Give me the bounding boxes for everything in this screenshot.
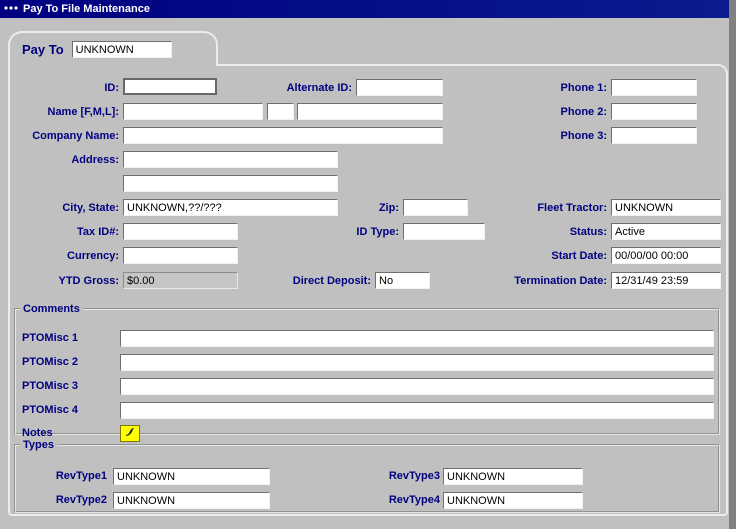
pay-to-input[interactable] <box>72 41 172 58</box>
comments-group-legend: Comments <box>20 303 83 315</box>
ptomisc2-input[interactable] <box>120 354 714 371</box>
status-label: Status: <box>470 226 607 239</box>
termination-date-label: Termination Date: <box>460 275 607 288</box>
name-label: Name [F,M,L]: <box>10 106 119 119</box>
name-middle-input[interactable] <box>267 103 294 120</box>
phone2-input[interactable] <box>611 103 697 120</box>
revtype3-input[interactable] <box>443 468 583 485</box>
revtype2-input[interactable] <box>113 492 270 509</box>
types-group-legend: Types <box>20 439 57 451</box>
revtype4-label: RevType4 <box>356 494 440 507</box>
id-type-label: ID Type: <box>320 226 399 239</box>
pay-to-file-maintenance-window: Pay To File Maintenance Pay To ID: Alter… <box>0 0 736 529</box>
types-group: Types RevType1 RevType2 RevType3 RevType… <box>14 439 720 513</box>
termination-date-input[interactable] <box>611 272 721 289</box>
id-label: ID: <box>10 82 119 95</box>
direct-deposit-input[interactable] <box>375 272 430 289</box>
phone3-input[interactable] <box>611 127 697 144</box>
revtype4-input[interactable] <box>443 492 583 509</box>
pay-to-tab[interactable]: Pay To <box>8 31 218 66</box>
phone1-label: Phone 1: <box>470 82 607 95</box>
phone3-label: Phone 3: <box>470 130 607 143</box>
pay-to-tab-label: Pay To <box>22 42 64 57</box>
comments-group: Comments PTOMisc 1 PTOMisc 2 PTOMisc 3 P… <box>14 303 720 435</box>
name-first-input[interactable] <box>123 103 263 120</box>
window-border-right <box>729 0 736 529</box>
ptomisc3-input[interactable] <box>120 378 714 395</box>
currency-input[interactable] <box>123 247 238 264</box>
app-icon <box>3 3 19 15</box>
address2-input[interactable] <box>123 175 338 192</box>
address1-input[interactable] <box>123 151 338 168</box>
company-name-label: Company Name: <box>10 130 119 143</box>
ptomisc2-label: PTOMisc 2 <box>22 356 117 369</box>
phone2-label: Phone 2: <box>470 106 607 119</box>
revtype1-label: RevType1 <box>36 470 107 483</box>
fleet-tractor-label: Fleet Tractor: <box>470 202 607 215</box>
ptomisc4-input[interactable] <box>120 402 714 419</box>
ptomisc3-label: PTOMisc 3 <box>22 380 117 393</box>
start-date-input[interactable] <box>611 247 721 264</box>
id-input[interactable] <box>123 78 217 95</box>
ptomisc1-input[interactable] <box>120 330 714 347</box>
alternate-id-label: Alternate ID: <box>230 82 352 95</box>
address-label: Address: <box>10 154 119 167</box>
ptomisc4-label: PTOMisc 4 <box>22 404 117 417</box>
alternate-id-input[interactable] <box>356 79 443 96</box>
name-last-input[interactable] <box>297 103 443 120</box>
fleet-tractor-input[interactable] <box>611 199 721 216</box>
ytd-gross-input <box>123 272 238 289</box>
revtype1-input[interactable] <box>113 468 270 485</box>
window-title: Pay To File Maintenance <box>23 3 150 15</box>
city-state-label: City, State: <box>10 202 119 215</box>
title-bar: Pay To File Maintenance <box>0 0 729 18</box>
city-state-input[interactable] <box>123 199 338 216</box>
zip-input[interactable] <box>403 199 468 216</box>
tax-id-input[interactable] <box>123 223 238 240</box>
tax-id-label: Tax ID#: <box>10 226 119 239</box>
ptomisc1-label: PTOMisc 1 <box>22 332 117 345</box>
status-input[interactable] <box>611 223 721 240</box>
revtype2-label: RevType2 <box>36 494 107 507</box>
start-date-label: Start Date: <box>470 250 607 263</box>
zip-label: Zip: <box>330 202 399 215</box>
ytd-gross-label: YTD Gross: <box>10 275 119 288</box>
phone1-input[interactable] <box>611 79 697 96</box>
company-name-input[interactable] <box>123 127 443 144</box>
revtype3-label: RevType3 <box>356 470 440 483</box>
currency-label: Currency: <box>10 250 119 263</box>
direct-deposit-label: Direct Deposit: <box>270 275 371 288</box>
